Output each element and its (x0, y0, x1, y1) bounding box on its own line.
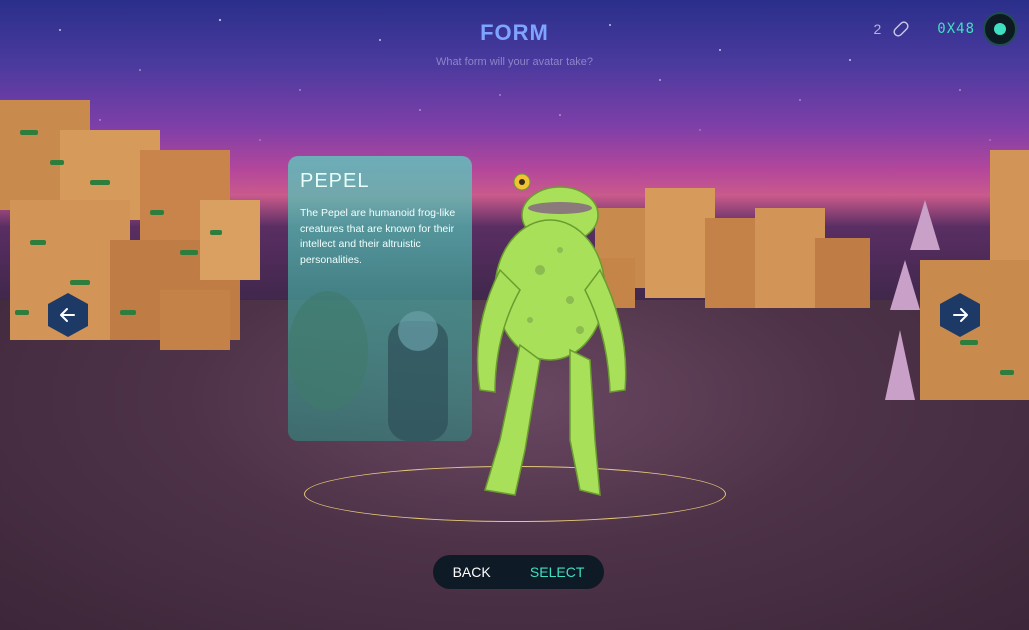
species-description: The Pepel are humanoid frog-like creatur… (300, 207, 456, 266)
species-name: PEPEL (300, 170, 370, 192)
wallet-button[interactable] (983, 12, 1017, 46)
wallet-dot-icon (994, 23, 1006, 35)
select-button[interactable]: SELECT (522, 560, 592, 584)
arrow-right-icon (940, 293, 980, 337)
previous-button[interactable] (47, 292, 89, 338)
action-button-group: BACK SELECT (433, 555, 604, 589)
pill-icon (889, 17, 913, 41)
back-button[interactable]: BACK (445, 560, 499, 584)
hud: 2 0X48 (873, 12, 1017, 46)
token-label: 0X48 (937, 21, 975, 37)
arrow-left-icon (48, 293, 88, 337)
game-scene: FORM What form will your avatar take? 2 … (0, 0, 1029, 630)
page-subtitle: What form will your avatar take? (435, 56, 594, 68)
rock-and-crystal-right (885, 150, 1029, 400)
rock-formation-left (0, 100, 260, 350)
frog-avatar (476, 173, 627, 496)
item-count: 2 (873, 21, 882, 37)
next-button[interactable] (939, 292, 981, 338)
